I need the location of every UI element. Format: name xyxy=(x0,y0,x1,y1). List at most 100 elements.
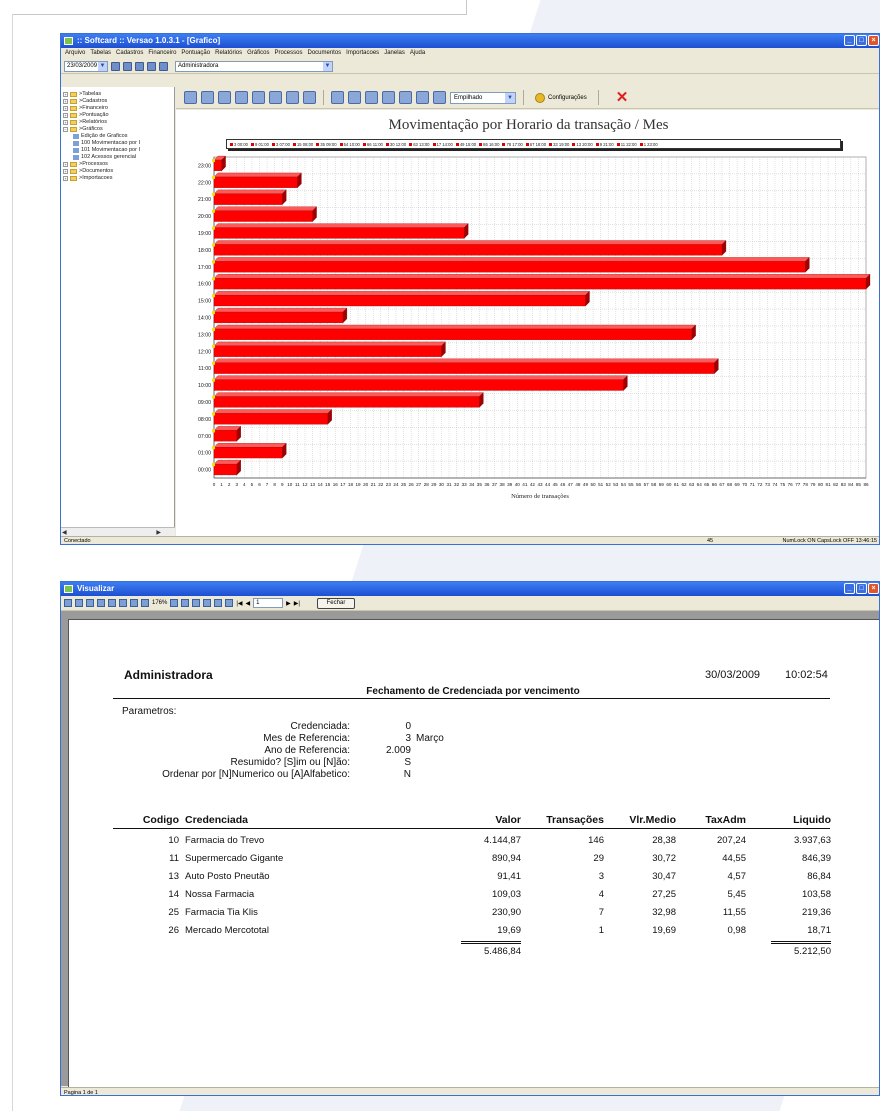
tree-item[interactable]: + >Processos xyxy=(63,161,172,168)
minimize-icon[interactable]: _ xyxy=(844,583,855,594)
menu-item[interactable]: Financeiro xyxy=(148,48,176,59)
x-tick-label: 66 xyxy=(712,482,718,487)
tree-item[interactable]: Edição de Graficos xyxy=(63,133,172,140)
horizontal-scrollbar[interactable]: ◀ ▶ xyxy=(61,527,175,536)
clipboard-icon[interactable] xyxy=(286,91,299,104)
company-combo[interactable]: Administradora ▼ xyxy=(175,60,333,72)
maximize-icon[interactable]: □ xyxy=(856,35,867,46)
expand-icon[interactable]: + xyxy=(63,176,68,181)
menu-item[interactable]: Importacoes xyxy=(346,48,379,59)
tree-item[interactable]: + >Importacoes xyxy=(63,175,172,182)
tools-icon[interactable] xyxy=(123,61,132,71)
find-icon[interactable] xyxy=(119,599,127,607)
expand-icon[interactable]: − xyxy=(63,127,68,132)
maximize-icon[interactable]: □ xyxy=(856,583,867,594)
print-icon[interactable] xyxy=(86,599,94,607)
setup-icon[interactable] xyxy=(97,599,105,607)
find-next-icon[interactable] xyxy=(130,599,138,607)
menu-item[interactable]: Relatórios xyxy=(215,48,242,59)
fechar-button[interactable]: Fechar xyxy=(316,597,355,609)
stacked-area-icon[interactable] xyxy=(399,91,412,104)
first-page-icon[interactable]: |◀ xyxy=(236,600,242,607)
open-icon[interactable] xyxy=(64,599,72,607)
thumbnails-icon[interactable] xyxy=(225,599,234,607)
expand-icon[interactable]: + xyxy=(63,169,68,174)
tree-item[interactable]: 102 Acessos gerencial xyxy=(63,154,172,161)
bar-marker xyxy=(212,344,215,348)
expand-icon[interactable]: + xyxy=(63,113,68,118)
refresh-icon[interactable] xyxy=(303,91,316,104)
x-tick-label: 31 xyxy=(446,482,452,487)
tree-item[interactable]: + >Tabelas xyxy=(63,91,172,98)
zoom-icon[interactable] xyxy=(141,599,149,607)
pdf-icon[interactable] xyxy=(108,599,116,607)
export-icon[interactable] xyxy=(269,91,282,104)
tree-item[interactable]: 101 Movimentacao por I xyxy=(63,147,172,154)
scroll-right-icon[interactable]: ▶ xyxy=(156,529,161,536)
expand-icon[interactable]: + xyxy=(63,99,68,104)
scroll-left-icon[interactable]: ◀ xyxy=(62,529,67,536)
menu-item[interactable]: Pontuação xyxy=(181,48,210,59)
tree-item[interactable]: 100 Movimentacao por I xyxy=(63,140,172,147)
expand-icon[interactable]: + xyxy=(63,106,68,111)
print-setup-icon[interactable] xyxy=(201,91,214,104)
save-icon[interactable] xyxy=(252,91,265,104)
close-icon[interactable]: × xyxy=(868,583,879,594)
expand-icon[interactable]: + xyxy=(63,120,68,125)
zoom-select[interactable]: 176% xyxy=(152,600,167,606)
menu-item[interactable]: Documentos xyxy=(307,48,341,59)
expand-icon[interactable]: + xyxy=(63,162,68,167)
line-chart-icon[interactable] xyxy=(331,91,344,104)
open-icon[interactable] xyxy=(235,91,248,104)
chevron-down-icon[interactable]: ▼ xyxy=(505,92,515,103)
tree-item[interactable]: + >Financeiro xyxy=(63,105,172,112)
menu-item[interactable]: Cadastros xyxy=(116,48,143,59)
multi-page-icon[interactable] xyxy=(214,599,223,607)
page-width-icon[interactable] xyxy=(192,599,201,607)
tile-icon[interactable] xyxy=(147,61,156,71)
window-title: :: Softcard :: Versao 1.0.3.1 - [Grafico… xyxy=(77,36,221,45)
title-bar[interactable]: :: Softcard :: Versao 1.0.3.1 - [Grafico… xyxy=(61,34,879,48)
tree-item[interactable]: + >Documentos xyxy=(63,168,172,175)
area-chart-icon[interactable] xyxy=(348,91,361,104)
menu-item[interactable]: Ajuda xyxy=(410,48,425,59)
tree-item[interactable]: + >Relatórios xyxy=(63,119,172,126)
menu-item[interactable]: Processos xyxy=(274,48,302,59)
page-input[interactable]: 1 xyxy=(253,598,284,608)
scatter-chart-icon[interactable] xyxy=(416,91,429,104)
expand-icon[interactable]: + xyxy=(63,92,68,97)
print-icon[interactable] xyxy=(111,61,120,71)
chart-mode-select[interactable]: Empilhado ▼ xyxy=(450,91,516,104)
tree-item[interactable]: − >Gráficos xyxy=(63,126,172,133)
close-chart-icon[interactable]: ✕ xyxy=(616,90,629,105)
zoom-in-icon[interactable] xyxy=(170,599,179,607)
title-bar[interactable]: Visualizar _ □ × xyxy=(61,582,879,596)
copy-icon[interactable] xyxy=(218,91,231,104)
tree-item[interactable]: + >Pontuação xyxy=(63,112,172,119)
menu-item[interactable]: Gráficos xyxy=(247,48,269,59)
last-page-icon[interactable]: ▶| xyxy=(294,600,300,607)
date-combo[interactable]: 23/03/2009 ▼ xyxy=(64,60,108,72)
horizontal-bar-icon[interactable] xyxy=(382,91,395,104)
bar-chart-icon[interactable] xyxy=(365,91,378,104)
whole-page-icon[interactable] xyxy=(203,599,212,607)
tree-item-label: >Importacoes xyxy=(79,175,113,181)
chevron-down-icon[interactable]: ▼ xyxy=(323,61,332,71)
minimize-icon[interactable]: _ xyxy=(844,35,855,46)
tree-item[interactable]: + >Cadastros xyxy=(63,98,172,105)
save-icon[interactable] xyxy=(75,599,83,607)
next-page-icon[interactable]: ▶ xyxy=(286,600,291,607)
close-icon[interactable]: × xyxy=(868,35,879,46)
cascade-icon[interactable] xyxy=(159,61,168,71)
print-icon[interactable] xyxy=(184,91,197,104)
menu-item[interactable]: Tabelas xyxy=(90,48,111,59)
window-icon[interactable] xyxy=(135,61,144,71)
configuracoes-button[interactable]: Configurações xyxy=(531,91,591,105)
menu-item[interactable]: Arquivo xyxy=(65,48,85,59)
prev-page-icon[interactable]: ◀ xyxy=(246,600,251,607)
menu-item[interactable]: Janelas xyxy=(384,48,405,59)
pie-chart-icon[interactable] xyxy=(433,91,446,104)
chevron-down-icon[interactable]: ▼ xyxy=(98,61,107,71)
zoom-out-icon[interactable] xyxy=(181,599,190,607)
bar-top xyxy=(213,392,484,397)
